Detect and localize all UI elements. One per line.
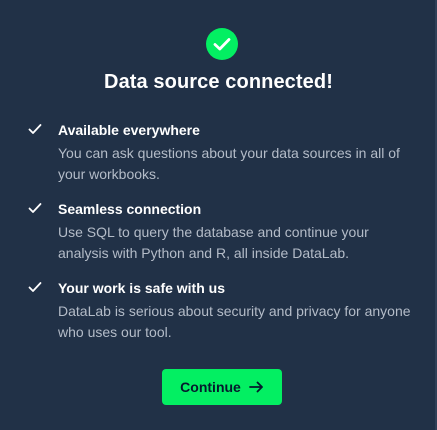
feature-title: Available everywhere [58,122,200,138]
check-icon [28,282,42,292]
continue-button-label: Continue [180,379,241,395]
check-icon [28,203,42,213]
feature-description: You can ask questions about your data so… [58,145,400,182]
feature-item-work-is-safe: Your work is safe with us DataLab is ser… [28,278,418,343]
success-dialog: Data source connected! Available everywh… [0,0,437,430]
check-mark-graphic [213,38,231,51]
feature-description: DataLab is serious about security and pr… [58,303,411,340]
feature-list: Available everywhere You can ask questio… [28,120,418,357]
feature-title: Seamless connection [58,201,202,217]
feature-item-available-everywhere: Available everywhere You can ask questio… [28,120,418,185]
feature-item-seamless-connection: Seamless connection Use SQL to query the… [28,199,418,264]
check-circle-icon [206,28,238,60]
feature-description: Use SQL to query the database and contin… [58,224,369,261]
feature-title: Your work is safe with us [58,280,226,296]
check-icon [28,124,42,134]
dialog-title: Data source connected! [104,71,333,93]
arrow-right-icon [248,381,263,393]
continue-button[interactable]: Continue [162,369,282,405]
